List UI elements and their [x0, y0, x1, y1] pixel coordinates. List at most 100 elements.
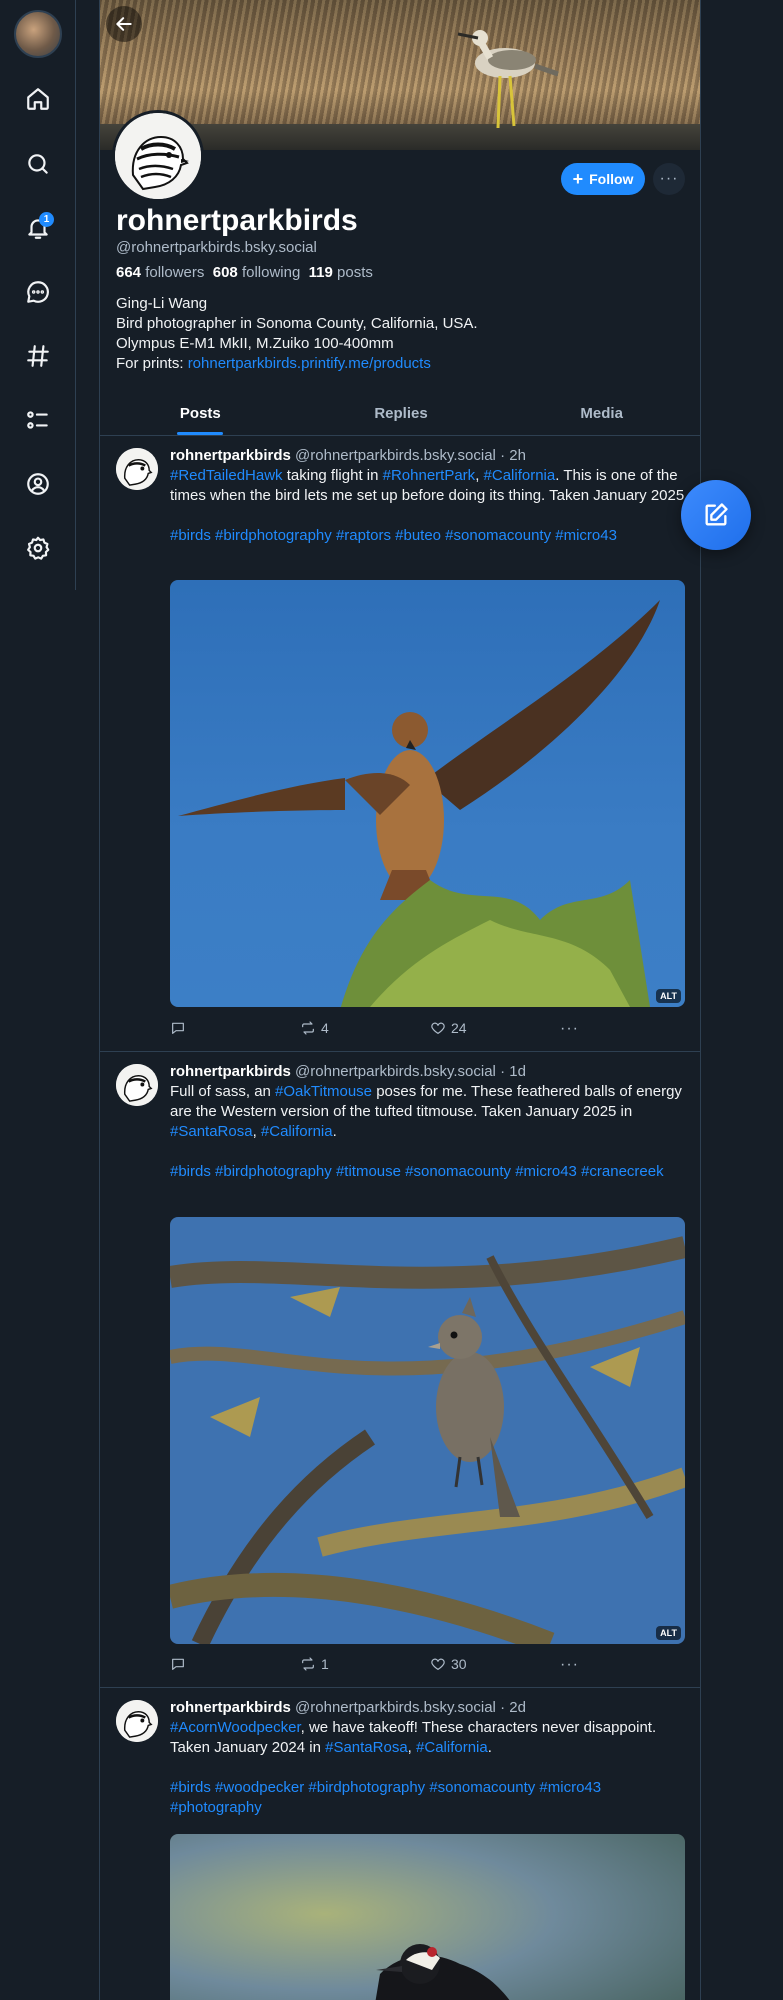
- ellipsis-icon: ···: [560, 1656, 579, 1673]
- feeds-hashtag-icon[interactable]: [20, 338, 56, 374]
- heart-icon: [431, 1658, 445, 1670]
- like-count: 30: [451, 1656, 467, 1672]
- repost-icon: [302, 1657, 314, 1671]
- tab-posts[interactable]: Posts: [100, 392, 301, 435]
- post-author-name[interactable]: rohnertparkbirds: [170, 1699, 291, 1716]
- notification-count-badge: 1: [39, 212, 54, 227]
- post-author-handle[interactable]: @rohnertparkbirds.bsky.social: [295, 447, 496, 464]
- like-count: 24: [451, 1020, 467, 1036]
- post-more-button[interactable]: ···: [560, 1020, 579, 1038]
- post-timestamp[interactable]: · 1d: [500, 1063, 526, 1080]
- post-timestamp[interactable]: · 2h: [500, 447, 526, 464]
- post-actions: 4 24 ···: [170, 1020, 685, 1040]
- ellipsis-icon: ···: [560, 1020, 579, 1037]
- post-hashtags[interactable]: #birds #birdphotography #raptors #buteo …: [170, 526, 690, 546]
- post-hashtags[interactable]: #birds #birdphotography #titmouse #sonom…: [170, 1162, 690, 1182]
- settings-gear-icon[interactable]: [20, 530, 56, 566]
- profile-bio: Ging-Li Wang Bird photographer in Sonoma…: [116, 294, 478, 374]
- compose-pencil-icon: [705, 503, 728, 526]
- profile-display-name: rohnertparkbirds: [116, 204, 358, 237]
- post-body: rohnertparkbirds @rohnertparkbirds.bsky.…: [170, 446, 690, 546]
- profile-tabs: Posts Replies Media: [100, 392, 700, 436]
- home-icon[interactable]: [20, 81, 56, 117]
- post-image-woodpecker[interactable]: [170, 1834, 685, 2000]
- hashtag-link[interactable]: #California: [261, 1123, 333, 1140]
- lists-icon[interactable]: [20, 402, 56, 438]
- hashtag-link[interactable]: #California: [484, 467, 556, 484]
- alt-text-badge[interactable]: ALT: [656, 1626, 681, 1640]
- profile-avatar[interactable]: [112, 110, 204, 202]
- post-text: Full of sass, an #OakTitmouse poses for …: [170, 1083, 682, 1140]
- banner-bird-illustration: [457, 30, 559, 129]
- repost-count: 4: [321, 1020, 329, 1036]
- like-button[interactable]: 24: [430, 1020, 467, 1036]
- repost-button[interactable]: 1: [300, 1656, 329, 1672]
- reply-bubble-icon: [172, 1022, 184, 1034]
- feed-post[interactable]: rohnertparkbirds @rohnertparkbirds.bsky.…: [100, 1688, 700, 2000]
- user-avatar[interactable]: [14, 10, 62, 58]
- post-actions: 1 30 ···: [170, 1656, 685, 1676]
- post-header: rohnertparkbirds @rohnertparkbirds.bsky.…: [170, 1698, 690, 1718]
- repost-count: 1: [321, 1656, 329, 1672]
- bio-line: For prints: rohnertparkbirds.printify.me…: [116, 355, 431, 372]
- reply-button[interactable]: [170, 1656, 186, 1672]
- tab-media[interactable]: Media: [501, 392, 700, 435]
- profile-icon[interactable]: [20, 466, 56, 502]
- hashtag-link[interactable]: #AcornWoodpecker: [170, 1719, 301, 1736]
- profile-main-column: + Follow ··· rohnertparkbirds @rohnertpa…: [99, 0, 701, 2000]
- followers-stat[interactable]: 664 followers: [116, 264, 204, 281]
- compose-post-button[interactable]: [681, 480, 751, 550]
- post-text: #AcornWoodpecker, we have takeoff! These…: [170, 1719, 657, 1756]
- reply-button[interactable]: [170, 1020, 186, 1036]
- heart-icon: [431, 1022, 445, 1034]
- bio-line: Ging-Li Wang: [116, 295, 208, 312]
- follow-button[interactable]: + Follow: [561, 163, 645, 195]
- follow-label: Follow: [589, 171, 634, 187]
- following-stat[interactable]: 608 following: [213, 264, 301, 281]
- alt-text-badge[interactable]: ALT: [656, 989, 681, 1003]
- repost-button[interactable]: 4: [300, 1020, 329, 1036]
- bio-line: Bird photographer in Sonoma County, Cali…: [116, 315, 478, 332]
- tab-replies[interactable]: Replies: [301, 392, 502, 435]
- post-author-avatar[interactable]: [116, 448, 158, 490]
- feed-post[interactable]: rohnertparkbirds @rohnertparkbirds.bsky.…: [100, 1052, 700, 1688]
- active-tab-indicator: [177, 432, 224, 435]
- profile-handle: @rohnertparkbirds.bsky.social: [116, 239, 317, 256]
- post-more-button[interactable]: ···: [560, 1656, 579, 1674]
- post-header: rohnertparkbirds @rohnertparkbirds.bsky.…: [170, 1062, 690, 1082]
- post-header: rohnertparkbirds @rohnertparkbirds.bsky.…: [170, 446, 690, 466]
- feed-post[interactable]: rohnertparkbirds @rohnertparkbirds.bsky.…: [100, 436, 700, 1052]
- hashtag-link[interactable]: #OakTitmouse: [275, 1083, 372, 1100]
- like-button[interactable]: 30: [430, 1656, 467, 1672]
- chat-icon[interactable]: [20, 274, 56, 310]
- plus-icon: +: [572, 169, 584, 189]
- posts-stat: 119 posts: [308, 264, 373, 281]
- hashtag-link[interactable]: #SantaRosa: [170, 1123, 253, 1140]
- post-author-handle[interactable]: @rohnertparkbirds.bsky.social: [295, 1063, 496, 1080]
- post-image-hawk[interactable]: ALT: [170, 580, 685, 1007]
- post-text: #RedTailedHawk taking flight in #Rohnert…: [170, 467, 689, 504]
- profile-stats: 664 followers 608 following 119 posts: [116, 264, 373, 281]
- arrow-left-icon: [116, 17, 132, 31]
- left-nav-rail: 1: [0, 0, 76, 590]
- search-icon[interactable]: [20, 146, 56, 182]
- hashtag-link[interactable]: #SantaRosa: [325, 1739, 408, 1756]
- more-options-button[interactable]: ···: [653, 163, 685, 195]
- hashtag-link[interactable]: #California: [416, 1739, 488, 1756]
- post-image-titmouse[interactable]: ALT: [170, 1217, 685, 1644]
- prints-link[interactable]: rohnertparkbirds.printify.me/products: [188, 355, 431, 372]
- repost-icon: [302, 1021, 314, 1035]
- post-timestamp[interactable]: · 2d: [500, 1699, 526, 1716]
- hashtag-link[interactable]: #RedTailedHawk: [170, 467, 283, 484]
- post-author-avatar[interactable]: [116, 1064, 158, 1106]
- bio-line: Olympus E-M1 MkII, M.Zuiko 100-400mm: [116, 335, 394, 352]
- hashtag-link[interactable]: #RohnertPark: [383, 467, 476, 484]
- reply-bubble-icon: [172, 1658, 184, 1670]
- post-hashtags[interactable]: #birds #woodpecker #birdphotography #son…: [170, 1778, 690, 1818]
- notifications-bell-icon[interactable]: 1: [20, 210, 56, 246]
- post-author-handle[interactable]: @rohnertparkbirds.bsky.social: [295, 1699, 496, 1716]
- post-author-avatar[interactable]: [116, 1700, 158, 1742]
- post-author-name[interactable]: rohnertparkbirds: [170, 447, 291, 464]
- post-author-name[interactable]: rohnertparkbirds: [170, 1063, 291, 1080]
- back-button[interactable]: [106, 6, 142, 42]
